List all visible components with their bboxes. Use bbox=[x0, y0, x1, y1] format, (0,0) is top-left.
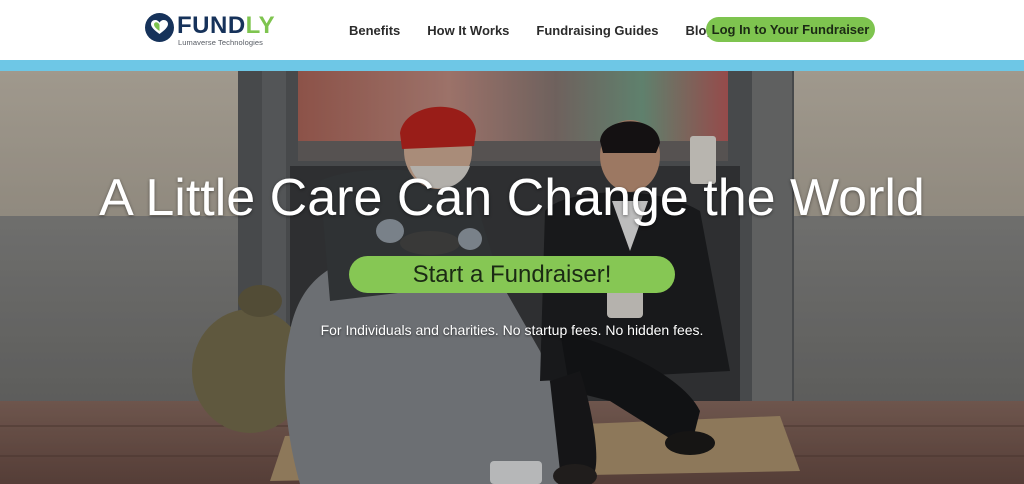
start-fundraiser-button[interactable]: Start a Fundraiser! bbox=[349, 256, 675, 293]
nav-item-benefits[interactable]: Benefits bbox=[349, 23, 400, 38]
fundly-logo[interactable]: FUNDLY Lumaverse Technologies bbox=[145, 12, 275, 48]
main-nav: Benefits How It Works Fundraising Guides… bbox=[349, 0, 741, 60]
login-button[interactable]: Log In to Your Fundraiser bbox=[706, 17, 875, 42]
hero-section: A Little Care Can Change the World Start… bbox=[0, 71, 1024, 484]
hero-subtitle: For Individuals and charities. No startu… bbox=[320, 322, 704, 338]
accent-bar bbox=[0, 60, 1024, 71]
heart-badge-icon bbox=[145, 13, 174, 42]
site-header: FUNDLY Lumaverse Technologies Benefits H… bbox=[0, 0, 1024, 60]
logo-wordmark: FUNDLY bbox=[177, 12, 276, 39]
logo-tagline: Lumaverse Technologies bbox=[178, 38, 264, 47]
nav-item-how-it-works[interactable]: How It Works bbox=[427, 23, 509, 38]
hero-title: A Little Care Can Change the World bbox=[99, 169, 925, 227]
nav-item-fundraising-guides[interactable]: Fundraising Guides bbox=[536, 23, 658, 38]
